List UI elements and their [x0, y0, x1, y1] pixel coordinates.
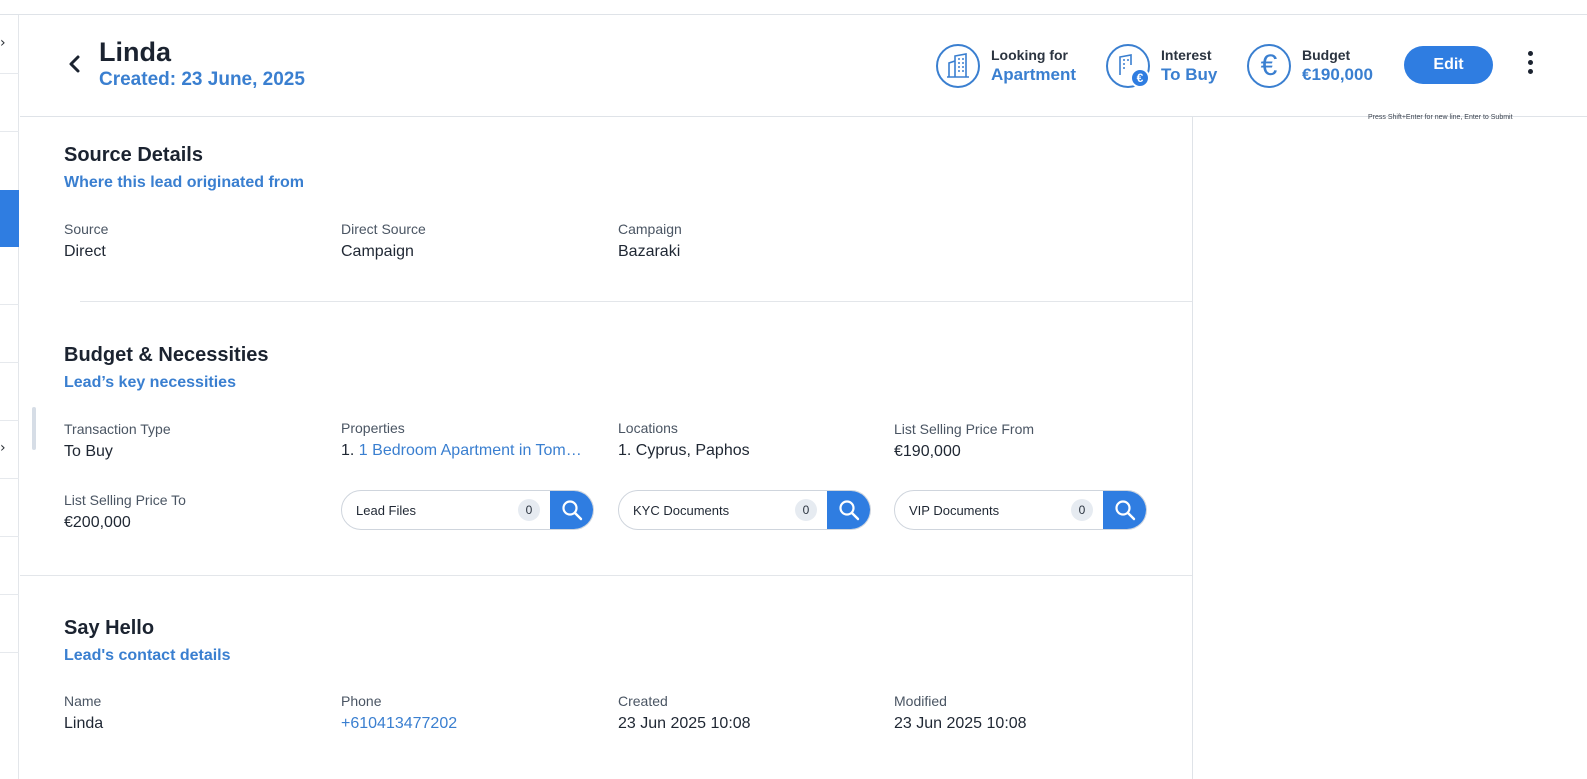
looking-for-stat: Looking for Apartment: [936, 41, 1076, 91]
euro-icon: €: [1247, 44, 1291, 88]
kyc-documents-search[interactable]: KYC Documents 0: [618, 490, 871, 530]
field-label: Direct Source: [341, 221, 426, 237]
page-title: Linda: [99, 37, 171, 67]
chevron-right-icon[interactable]: ›: [0, 36, 10, 50]
section-subtitle: Lead's contact details: [64, 647, 231, 664]
budget-label: Budget: [1302, 46, 1351, 63]
lead-files-search[interactable]: Lead Files 0: [341, 490, 594, 530]
rail-divider: [0, 594, 19, 595]
field-label: Created: [618, 693, 668, 709]
doc-count-badge: 0: [1071, 499, 1093, 521]
edit-button[interactable]: Edit: [1404, 46, 1493, 84]
more-vertical-icon[interactable]: [1520, 51, 1540, 81]
field-value: Bazaraki: [618, 243, 681, 260]
rail-divider: [0, 73, 19, 74]
field-value: €190,000: [894, 443, 961, 460]
field-source: Source Direct: [64, 221, 108, 261]
phone-link[interactable]: +610413477202: [341, 715, 457, 733]
field-value: Campaign: [341, 243, 414, 260]
section-title: Say Hello: [64, 617, 155, 639]
input-hint: Press Shift+Enter for new line, Enter to…: [1368, 114, 1513, 121]
interest-stat: € Interest To Buy: [1106, 41, 1217, 91]
budget-section: Budget & Necessities Lead’s key necessit…: [64, 344, 269, 392]
budget-stat: € Budget €190,000: [1247, 41, 1373, 91]
rail-item-active[interactable]: [0, 190, 19, 247]
field-value: Direct: [64, 243, 106, 260]
field-name: Name Linda: [64, 693, 103, 733]
field-label: Name: [64, 693, 102, 709]
field-label: Properties: [341, 420, 405, 436]
section-subtitle: Lead’s key necessities: [64, 374, 236, 391]
rail-divider: [0, 420, 19, 421]
chevron-left-icon[interactable]: [65, 49, 85, 79]
source-details-section: Source Details Where this lead originate…: [64, 144, 304, 192]
panel-divider: [1192, 117, 1193, 779]
doc-count-badge: 0: [518, 499, 540, 521]
left-rail: › ›: [0, 15, 19, 779]
field-label: List Selling Price From: [894, 421, 1035, 437]
field-locations: Locations 1. Cyprus, Paphos: [618, 420, 750, 460]
field-value: €200,000: [64, 514, 131, 531]
interest-euro-icon: €: [1106, 44, 1150, 88]
search-icon[interactable]: [550, 491, 593, 529]
search-icon[interactable]: [827, 491, 870, 529]
search-icon[interactable]: [1103, 491, 1146, 529]
field-value: 23 Jun 2025 10:08: [894, 715, 1027, 732]
doc-label: Lead Files: [356, 502, 416, 518]
field-modified: Modified 23 Jun 2025 10:08: [894, 693, 1027, 733]
say-hello-section: Say Hello Lead's contact details: [64, 617, 231, 665]
field-direct-source: Direct Source Campaign: [341, 221, 426, 261]
lead-header: Linda Created: 23 June, 2025 Looking for…: [20, 15, 1587, 117]
created-date: Created: 23 June, 2025: [99, 69, 305, 90]
rail-divider: [0, 652, 19, 653]
rail-divider: [0, 536, 19, 537]
field-phone: Phone +610413477202: [341, 693, 457, 733]
field-label: Campaign: [618, 221, 682, 237]
field-label: Source: [64, 221, 109, 237]
doc-label: VIP Documents: [909, 502, 1000, 518]
field-price-to: List Selling Price To €200,000: [64, 492, 186, 532]
field-value: 1. 1 Bedroom Apartment in Tombs of the K…: [341, 442, 582, 460]
rail-divider: [0, 304, 19, 305]
building-icon: [936, 44, 980, 88]
section-divider: [20, 575, 1192, 576]
field-label: Transaction Type: [64, 421, 171, 437]
rail-divider: [0, 131, 19, 132]
section-title: Budget & Necessities: [64, 344, 269, 366]
looking-for-label: Looking for: [991, 46, 1068, 63]
field-value: 23 Jun 2025 10:08: [618, 715, 751, 732]
field-label: Modified: [894, 693, 947, 709]
budget-value: €190,000: [1302, 64, 1373, 84]
property-link[interactable]: 1 Bedroom Apartment in Tombs of the King…: [359, 442, 582, 460]
field-value: 1. Cyprus, Paphos: [618, 442, 750, 459]
field-transaction-type: Transaction Type To Buy: [64, 421, 171, 461]
field-label: Locations: [618, 420, 678, 436]
field-campaign: Campaign Bazaraki: [618, 221, 682, 261]
vip-documents-search[interactable]: VIP Documents 0: [894, 490, 1147, 530]
interest-value: To Buy: [1161, 64, 1218, 84]
property-index: 1.: [341, 442, 355, 459]
doc-count-badge: 0: [795, 499, 817, 521]
interest-label: Interest: [1161, 46, 1212, 63]
field-price-from: List Selling Price From €190,000: [894, 421, 1034, 461]
field-created: Created 23 Jun 2025 10:08: [618, 693, 751, 733]
doc-label: KYC Documents: [633, 502, 730, 518]
resize-handle[interactable]: [32, 407, 36, 450]
section-title: Source Details: [64, 144, 203, 166]
rail-divider: [0, 362, 19, 363]
field-label: Phone: [341, 693, 382, 709]
field-value: To Buy: [64, 443, 113, 460]
rail-divider: [0, 478, 19, 479]
looking-for-value: Apartment: [991, 64, 1077, 84]
field-value: Linda: [64, 715, 104, 732]
field-properties: Properties 1. 1 Bedroom Apartment in Tom…: [341, 420, 582, 460]
field-label: List Selling Price To: [64, 492, 186, 508]
chevron-right-icon[interactable]: ›: [0, 441, 10, 455]
section-divider: [80, 301, 1192, 302]
section-subtitle: Where this lead originated from: [64, 174, 305, 191]
